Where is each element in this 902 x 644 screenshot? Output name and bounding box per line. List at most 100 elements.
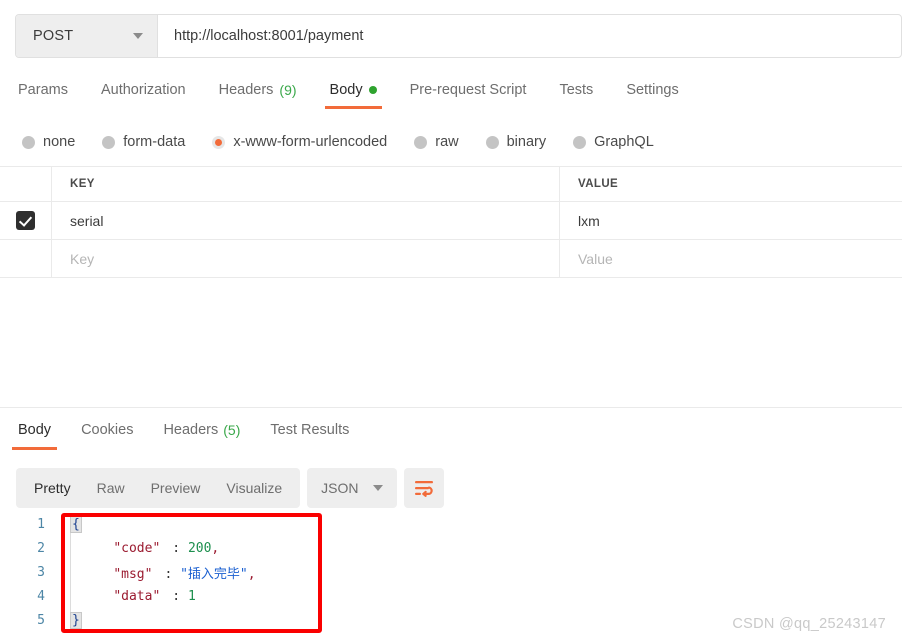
empty-row-value-placeholder: Value [578, 250, 613, 267]
line-number: 3 [37, 564, 45, 580]
line-number: 5 [37, 612, 45, 628]
body-type-label: raw [435, 134, 459, 150]
code-line-content[interactable]: "msg": "插入完毕", [58, 563, 256, 582]
tab-label: Settings [626, 82, 679, 98]
watermark: CSDN @qq_25243147 [732, 616, 886, 632]
code-token-code: : [172, 540, 188, 556]
body-type-radio-group: none form-data x-www-form-urlencoded raw bin… [0, 122, 902, 162]
response-tab-body[interactable]: Body [12, 414, 58, 450]
tab-label: Body [18, 422, 52, 438]
url-input[interactable]: http://localhost:8001/payment [158, 15, 901, 57]
view-mode-raw[interactable]: Raw [84, 468, 138, 508]
table-header-row: KEY VALUE [0, 167, 902, 202]
code-line-content[interactable]: { [58, 515, 82, 533]
tab-label: Test Results [270, 422, 350, 438]
code-token-code: : [172, 588, 188, 604]
radio-unselected-icon[interactable] [573, 135, 587, 149]
header-key-cell: KEY [52, 167, 560, 201]
radio-unselected-icon[interactable] [22, 135, 35, 149]
request-tab-settings[interactable]: Settings [626, 76, 678, 109]
row-value-text: lxm [578, 212, 600, 229]
code-token-k: "msg" [113, 566, 153, 582]
response-view-mode-group: Pretty Raw Preview Visualize [16, 468, 301, 508]
body-type-radio-raw[interactable]: raw [414, 134, 459, 150]
code-token-punct: , [247, 566, 256, 582]
body-type-label: x-www-form-urlencoded [233, 134, 388, 150]
tab-count-badge: (5) [223, 422, 241, 438]
code-line: 1{ [0, 512, 902, 536]
code-line-content[interactable]: "data": 1 [58, 588, 196, 604]
empty-row-key-placeholder: Key [70, 250, 95, 267]
body-type-radio-none[interactable]: none [22, 134, 75, 150]
radio-unselected-icon[interactable] [102, 135, 116, 149]
code-token-num: 200 [187, 540, 212, 556]
request-tab-params[interactable]: Params [18, 76, 68, 109]
code-token-punct: , [211, 540, 220, 556]
code-line-content[interactable]: } [58, 611, 82, 629]
request-tabs: Params Authorization Headers (9) Body Pre-req… [0, 76, 902, 114]
code-token-code [70, 567, 113, 582]
request-tab-authorization[interactable]: Authorization [101, 76, 186, 109]
radio-unselected-icon[interactable] [485, 135, 499, 149]
tab-count-badge: (9) [279, 82, 297, 98]
body-type-radio-form-data[interactable]: form-data [102, 134, 185, 150]
empty-row-checkbox-cell[interactable] [0, 240, 52, 277]
code-token-k: "code" [113, 540, 161, 556]
body-type-label: form-data [123, 134, 186, 150]
body-type-radio-x-www-form-urlencoded[interactable]: x-www-form-urlencoded [212, 134, 387, 150]
chevron-down-icon [372, 485, 383, 491]
body-type-label: binary [506, 134, 547, 150]
response-toolbar: Pretty Raw Preview Visualize JSON [16, 468, 444, 508]
response-format-label: JSON [321, 480, 359, 496]
row-key-cell[interactable]: serial [52, 202, 560, 239]
tab-label: Tests [559, 82, 594, 98]
code-token-num: 1 [187, 588, 196, 604]
row-value-cell[interactable]: lxm [560, 202, 902, 239]
radio-selected-icon[interactable] [212, 135, 226, 149]
request-tab-pre-request-script[interactable]: Pre-request Script [410, 76, 527, 109]
request-tab-headers[interactable]: Headers (9) [219, 76, 297, 109]
body-type-label: GraphQL [594, 134, 654, 150]
view-mode-pretty[interactable]: Pretty [21, 468, 84, 508]
row-key-text: serial [70, 212, 104, 229]
code-line-content[interactable]: "code": 200, [58, 541, 219, 556]
row-checkbox-checked[interactable] [16, 211, 35, 230]
http-method-select[interactable]: POST [16, 15, 158, 57]
table-row[interactable]: serial lxm [0, 202, 902, 240]
request-tab-body[interactable]: Body [324, 76, 382, 109]
request-url-bar: POST http://localhost:8001/payment [15, 14, 902, 58]
code-token-code: : [164, 566, 181, 582]
empty-row-value-cell[interactable]: Value [560, 240, 902, 277]
form-urlencoded-table: KEY VALUE serial lxm Key Value [0, 166, 902, 408]
tab-label: Headers [163, 422, 219, 438]
empty-row-key-cell[interactable]: Key [52, 240, 560, 277]
table-row-empty[interactable]: Key Value [0, 240, 902, 278]
row-checkbox-cell[interactable] [0, 202, 52, 239]
response-tab-cookies[interactable]: Cookies [75, 414, 139, 450]
code-token-k: "data" [113, 588, 161, 604]
radio-unselected-icon[interactable] [414, 135, 428, 149]
header-value-cell: VALUE [560, 167, 902, 201]
response-tab-test-results[interactable]: Test Results [264, 414, 355, 450]
code-token-brace: { [70, 515, 82, 533]
request-tab-tests[interactable]: Tests [559, 76, 593, 109]
tab-label: Authorization [100, 82, 186, 98]
tab-label: Body [329, 82, 363, 98]
code-token-brace: } [70, 611, 82, 629]
column-header-value: VALUE [578, 178, 619, 190]
tab-label: Pre-request Script [409, 82, 527, 98]
body-type-radio-graphql[interactable]: GraphQL [573, 134, 654, 150]
response-format-select[interactable]: JSON [307, 468, 397, 508]
view-mode-preview[interactable]: Preview [138, 468, 214, 508]
wrap-text-button[interactable] [403, 468, 444, 508]
view-mode-visualize[interactable]: Visualize [213, 468, 295, 508]
wrap-text-icon [414, 480, 433, 497]
line-number: 4 [37, 588, 45, 604]
table-empty-space [0, 278, 902, 408]
body-type-radio-binary[interactable]: binary [485, 134, 547, 150]
http-method-label: POST [33, 28, 74, 44]
code-token-code [70, 589, 113, 604]
body-present-dot-icon [368, 86, 377, 94]
response-tab-headers[interactable]: Headers (5) [157, 414, 246, 450]
code-line: 4 "data": 1 [0, 584, 902, 608]
